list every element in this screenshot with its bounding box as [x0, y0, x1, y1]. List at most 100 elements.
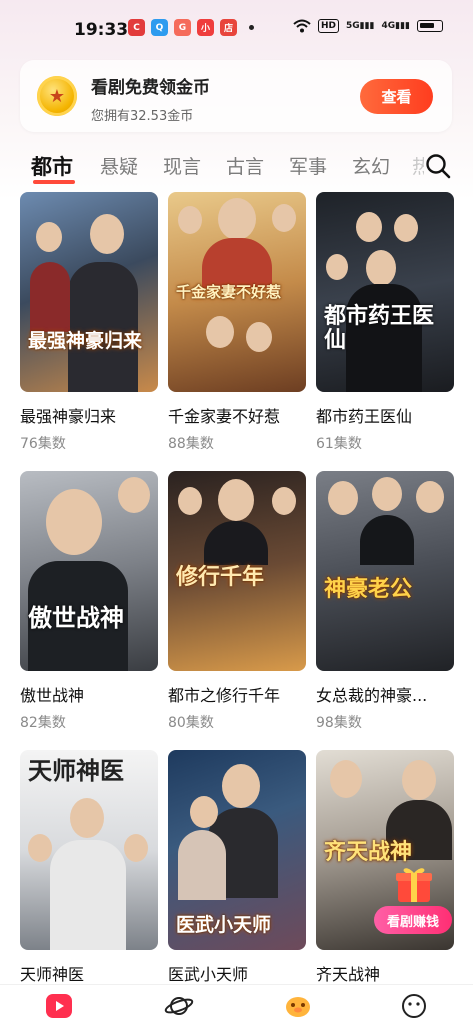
hd-icon: HD: [317, 19, 339, 33]
poster-face: [272, 487, 296, 515]
planet-icon[interactable]: [164, 993, 194, 1019]
game-icon: G: [174, 19, 191, 36]
drama-card[interactable]: 天师神医 天师神医: [20, 750, 158, 985]
episode-count: 80集数: [168, 715, 214, 731]
drama-poster[interactable]: 天师神医: [20, 750, 158, 950]
poster-figure: [204, 521, 268, 565]
coin-banner-title: 看剧免费领金币: [91, 78, 210, 98]
drama-card[interactable]: 傲世战神 傲世战神 82集数: [20, 471, 158, 732]
poster-title: 齐天战神: [324, 838, 413, 865]
play-icon[interactable]: [44, 993, 74, 1019]
poster-face: [366, 250, 396, 286]
view-button[interactable]: 查看: [360, 79, 433, 114]
piggy-icon[interactable]: [283, 993, 313, 1019]
signal-4g-icon: 4G▮▮▮: [381, 21, 410, 31]
poster-face: [190, 796, 218, 828]
poster-face: [70, 798, 104, 838]
drama-title[interactable]: 都市之修行千年: [168, 682, 306, 706]
more-notifications-dot: [249, 25, 254, 30]
tab-more[interactable]: 热: [412, 152, 424, 179]
drama-poster[interactable]: 都市药王医仙: [316, 192, 454, 392]
episode-count: 61集数: [316, 436, 362, 452]
coin-banner[interactable]: ★ 看剧免费领金币 您拥有32.53金币 查看: [20, 60, 452, 132]
poster-figure: [360, 515, 414, 565]
bottom-nav: [0, 984, 473, 1025]
gift-box-icon[interactable]: [392, 862, 436, 906]
episode-count: 82集数: [20, 715, 66, 731]
poster-title: 千金家妻不好惹: [176, 282, 282, 301]
drama-card[interactable]: 神豪老公 女总裁的神豪... 98集数: [316, 471, 454, 732]
drama-poster[interactable]: 修行千年: [168, 471, 306, 671]
drama-card[interactable]: 都市药王医仙 都市药王医仙 61集数: [316, 192, 454, 453]
coin-balance: 您拥有32.53金币: [91, 109, 194, 124]
poster-face: [36, 222, 62, 252]
poster-face: [356, 212, 382, 242]
poster-title: 傲世战神: [28, 602, 124, 632]
tab-xuanyi[interactable]: 悬疑: [100, 152, 138, 179]
drama-title[interactable]: 最强神豪归来: [20, 403, 158, 427]
poster-face: [118, 477, 150, 513]
battery-icon: [417, 20, 443, 32]
poster-face: [218, 198, 256, 240]
poster-face: [178, 206, 202, 234]
signal-4g-label: 4G: [381, 21, 396, 31]
poster-face: [330, 760, 362, 798]
episode-count: 88集数: [168, 436, 214, 452]
tab-junshi[interactable]: 军事: [289, 152, 327, 179]
poster-title: 修行千年: [176, 563, 265, 590]
poster-face: [206, 316, 234, 348]
drama-title[interactable]: 齐天战神: [316, 961, 454, 985]
poster-face: [178, 487, 202, 515]
status-bar: 19:33 C Q G 小 店 HD 5G▮▮▮ 4G▮▮▮: [0, 0, 473, 58]
poster-face: [246, 322, 272, 352]
poster-title: 医武小天师: [176, 914, 272, 937]
poster-face: [28, 834, 52, 862]
poster-face: [326, 254, 348, 280]
drama-card[interactable]: 千金家妻不好惹 千金家妻不好惹 88集数: [168, 192, 306, 453]
search-icon[interactable]: [425, 153, 451, 179]
watch-earn-badge[interactable]: 看剧赚钱: [374, 906, 452, 934]
poster-face: [416, 481, 444, 513]
drama-poster[interactable]: 最强神豪归来: [20, 192, 158, 392]
poster-face: [90, 214, 124, 254]
status-time: 19:33: [74, 20, 129, 40]
tab-xianyan[interactable]: 现言: [163, 152, 201, 179]
notification-icons: C Q G 小 店: [128, 19, 254, 36]
drama-card[interactable]: 修行千年 都市之修行千年 80集数: [168, 471, 306, 732]
wifi-icon: [293, 19, 311, 33]
drama-poster[interactable]: 神豪老公: [316, 471, 454, 671]
app-c-icon: C: [128, 19, 145, 36]
drama-title[interactable]: 都市药王医仙: [316, 403, 454, 427]
tab-dushi[interactable]: 都市: [31, 151, 73, 181]
drama-title[interactable]: 傲世战神: [20, 682, 158, 706]
poster-face: [124, 834, 148, 862]
tab-xuanhuan[interactable]: 玄幻: [352, 152, 390, 179]
poster-face: [402, 760, 436, 800]
poster-figure: [68, 262, 138, 392]
system-icons: HD 5G▮▮▮ 4G▮▮▮: [293, 19, 443, 33]
drama-poster[interactable]: 医武小天师: [168, 750, 306, 950]
signal-5g-label: 5G: [345, 21, 360, 31]
poster-face: [394, 214, 418, 242]
smile-icon[interactable]: [399, 993, 429, 1019]
poster-title: 最强神豪归来: [28, 330, 143, 353]
drama-card[interactable]: 医武小天师 医武小天师: [168, 750, 306, 985]
signal-5g-icon: 5G▮▮▮: [345, 21, 375, 31]
drama-card[interactable]: 最强神豪归来 最强神豪归来 76集数: [20, 192, 158, 453]
drama-poster[interactable]: 千金家妻不好惹: [168, 192, 306, 392]
gold-coin-icon: ★: [37, 76, 77, 116]
poster-figure: [50, 840, 126, 950]
episode-count: 76集数: [20, 436, 66, 452]
drama-title[interactable]: 医武小天师: [168, 961, 306, 985]
drama-poster[interactable]: 傲世战神: [20, 471, 158, 671]
poster-title: 神豪老公: [324, 575, 413, 602]
tab-guyan[interactable]: 古言: [226, 152, 264, 179]
poster-face: [372, 477, 402, 511]
app-red-icon: 小: [197, 19, 214, 36]
drama-title[interactable]: 千金家妻不好惹: [168, 403, 306, 427]
poster-face: [222, 764, 260, 808]
poster-face: [328, 481, 358, 515]
drama-title[interactable]: 女总裁的神豪...: [316, 682, 454, 706]
poster-title: 天师神医: [28, 756, 124, 785]
drama-title[interactable]: 天师神医: [20, 961, 158, 985]
